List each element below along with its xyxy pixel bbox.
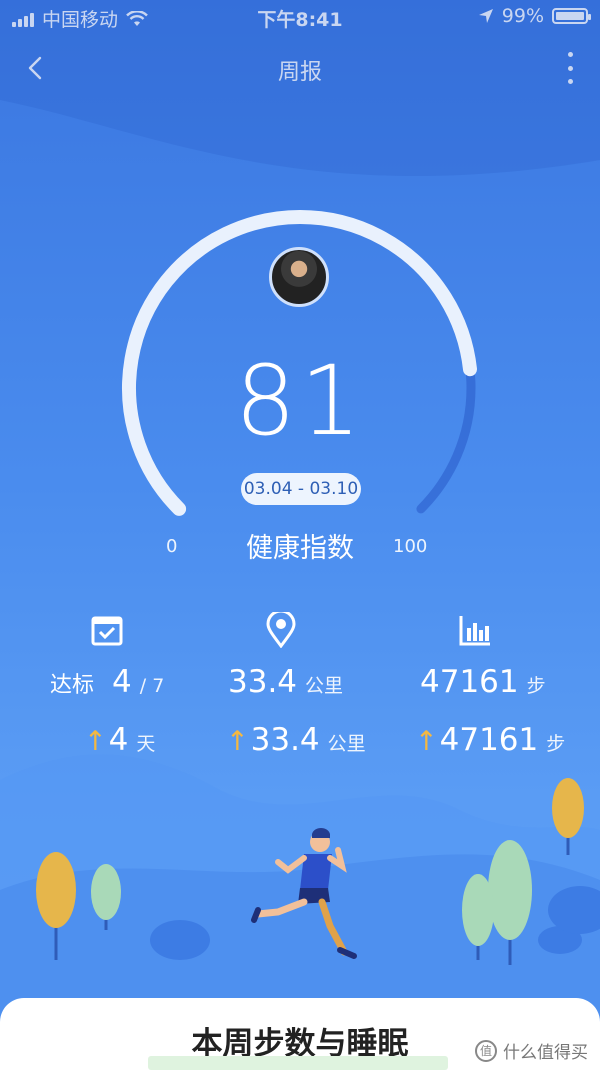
smzdm-logo-icon: 值 bbox=[475, 1039, 497, 1062]
goal-total: / 7 bbox=[139, 675, 165, 697]
card-chart-preview bbox=[148, 1056, 448, 1070]
watermark: 值 什么值得买 bbox=[475, 1038, 588, 1063]
steps-unit: 步 bbox=[526, 675, 546, 697]
gauge-max-label: 100 bbox=[393, 536, 428, 557]
running-illustration bbox=[0, 754, 600, 1030]
steps-value: 47161 bbox=[420, 664, 519, 700]
user-avatar[interactable] bbox=[269, 247, 329, 307]
goal-value: 4 bbox=[112, 664, 132, 700]
bar-chart-icon bbox=[459, 616, 490, 646]
date-range-badge[interactable]: 03.04 - 03.10 bbox=[241, 473, 361, 505]
watermark-text: 什么值得买 bbox=[503, 1043, 588, 1063]
health-index-label: 健康指数 bbox=[246, 533, 354, 564]
background-wave bbox=[0, 0, 600, 177]
goal-label: 达标 bbox=[50, 673, 95, 698]
bush bbox=[150, 920, 210, 960]
distance-stat: 33.4 公里 bbox=[228, 664, 343, 700]
steps-stat: 47161 步 bbox=[420, 664, 546, 700]
health-score: 81 bbox=[234, 345, 366, 457]
goal-stat: 达标 4 / 7 bbox=[50, 664, 164, 700]
calendar-check-icon bbox=[91, 616, 123, 646]
distance-value: 33.4 bbox=[228, 664, 298, 700]
stats-row-totals: 达标 4 / 7 33.4 公里 47161 步 bbox=[0, 664, 600, 704]
location-pin-icon bbox=[266, 612, 296, 648]
distance-unit: 公里 bbox=[305, 675, 344, 697]
